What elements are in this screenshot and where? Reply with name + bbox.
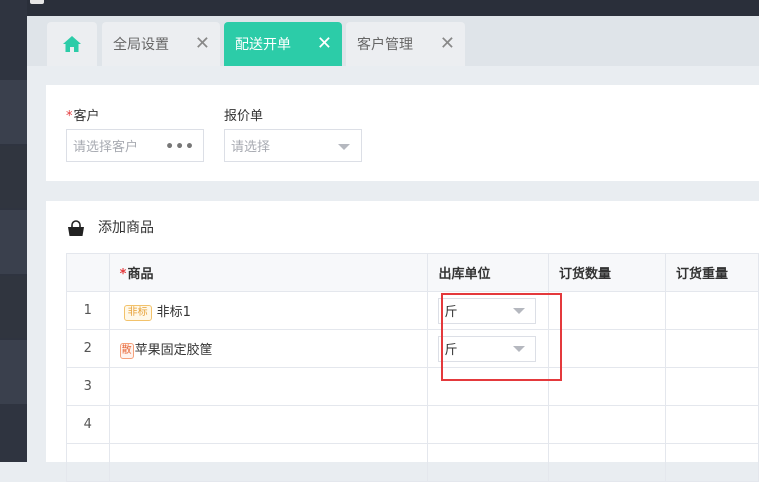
customer-label: *客户 (66, 105, 100, 124)
products-card: 添加商品 *商品 出库单位 订货数量 订货重量 1 非标 非标1 斤 2 散苹果固… (46, 201, 759, 482)
qty-cell[interactable] (547, 405, 666, 444)
product-name: 非标1 (156, 304, 191, 320)
required-mark: * (66, 109, 73, 124)
unit-cell[interactable] (427, 443, 549, 482)
price-list-placeholder: 请选择 (231, 140, 271, 155)
col-product: *商品 (108, 253, 429, 292)
col-qty: 订货数量 (547, 253, 666, 292)
order-form-card: *客户 请选择客户 ••• 报价单 请选择 (46, 85, 759, 181)
product-cell[interactable]: 非标 非标1 (108, 291, 429, 330)
close-icon[interactable]: ✕ (195, 35, 210, 53)
bulk-badge: 散 (119, 342, 134, 359)
table-row[interactable] (66, 443, 759, 482)
highlight-box (441, 293, 562, 381)
sidebar-item[interactable] (0, 146, 27, 208)
section-title: 添加商品 (98, 220, 154, 236)
tab-bar: 全局设置 ✕ 配送开单 ✕ 客户管理 ✕ (27, 16, 759, 66)
customer-label-text: 客户 (73, 109, 100, 124)
price-list-select[interactable]: 请选择 (224, 129, 362, 162)
weight-cell[interactable] (664, 443, 759, 482)
close-icon[interactable]: ✕ (440, 35, 455, 53)
weight-cell[interactable] (664, 405, 759, 444)
product-name: 苹果固定胶筐 (134, 342, 213, 358)
qty-cell[interactable] (547, 291, 666, 330)
table-header: *商品 出库单位 订货数量 订货重量 (66, 253, 759, 292)
tab-home[interactable] (47, 22, 97, 66)
product-cell[interactable] (108, 443, 429, 482)
sidebar (0, 0, 27, 462)
row-index (66, 443, 110, 482)
product-cell[interactable] (108, 367, 429, 406)
col-index (66, 253, 110, 292)
row-index: 3 (66, 367, 110, 406)
qty-cell[interactable] (547, 443, 666, 482)
row-index: 1 (66, 291, 110, 330)
product-cell[interactable] (108, 405, 429, 444)
col-weight: 订货重量 (664, 253, 759, 292)
tab-label: 客户管理 (357, 37, 413, 53)
table-row[interactable]: 1 非标 非标1 斤 (66, 291, 759, 330)
top-bar (0, 0, 759, 16)
product-cell[interactable]: 散苹果固定胶筐 (108, 329, 429, 368)
unit-cell[interactable] (427, 405, 549, 444)
weight-cell[interactable] (664, 291, 759, 330)
table-row[interactable]: 2 散苹果固定胶筐 斤 (66, 329, 759, 368)
table-row[interactable]: 4 (66, 405, 759, 444)
products-table: *商品 出库单位 订货数量 订货重量 1 非标 非标1 斤 2 散苹果固定胶筐 斤… (66, 253, 759, 482)
tab-label: 全局设置 (113, 37, 169, 53)
row-index: 2 (66, 329, 110, 368)
more-icon[interactable]: ••• (165, 139, 195, 155)
tab-delivery-order[interactable]: 配送开单 ✕ (224, 22, 342, 66)
col-unit: 出库单位 (427, 253, 549, 292)
price-list-label: 报价单 (224, 109, 264, 124)
customer-select[interactable]: 请选择客户 ••• (66, 129, 204, 162)
sidebar-item[interactable] (0, 340, 27, 404)
home-icon (63, 36, 81, 52)
weight-cell[interactable] (664, 367, 759, 406)
qty-cell[interactable] (547, 329, 666, 368)
chevron-down-icon (338, 144, 350, 150)
qty-cell[interactable] (547, 367, 666, 406)
tab-global-settings[interactable]: 全局设置 ✕ (102, 22, 220, 66)
table-row[interactable]: 3 (66, 367, 759, 406)
top-bar-mark (30, 0, 44, 4)
required-mark: * (119, 267, 127, 282)
basket-icon (68, 220, 84, 236)
sidebar-item[interactable] (0, 210, 27, 274)
sidebar-item[interactable] (0, 276, 27, 338)
nonstandard-badge: 非标 (123, 304, 152, 321)
col-product-label: 商品 (127, 267, 154, 282)
sidebar-item[interactable] (0, 80, 27, 144)
weight-cell[interactable] (664, 329, 759, 368)
row-index: 4 (66, 405, 110, 444)
customer-placeholder: 请选择客户 (73, 140, 139, 155)
tab-label: 配送开单 (235, 37, 291, 53)
close-icon[interactable]: ✕ (317, 35, 332, 53)
tab-customer-management[interactable]: 客户管理 ✕ (346, 22, 465, 66)
